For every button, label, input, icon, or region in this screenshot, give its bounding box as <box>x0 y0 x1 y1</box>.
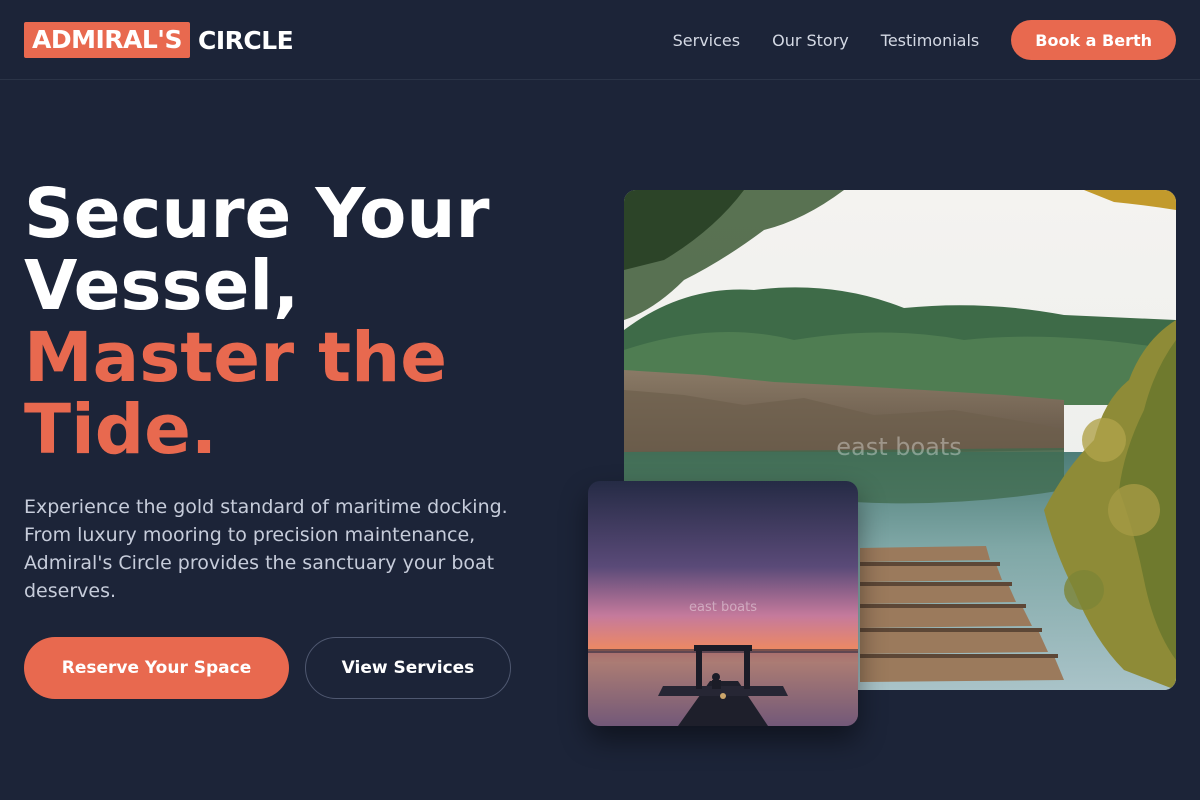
small-image-watermark: east boats <box>689 600 757 615</box>
hero-title-accent1: Master the <box>24 318 448 398</box>
reserve-space-button[interactable]: Reserve Your Space <box>24 637 289 699</box>
book-berth-button[interactable]: Book a Berth <box>1011 20 1176 60</box>
hero-title-line2: Vessel, <box>24 246 300 326</box>
hero-title-line1: Secure Your <box>24 174 490 254</box>
hero-title-accent2: Tide. <box>24 390 218 470</box>
hero-description: Experience the gold standard of maritime… <box>24 496 508 602</box>
nav-link-our-story[interactable]: Our Story <box>772 31 849 50</box>
nav-link-services[interactable]: Services <box>673 31 740 50</box>
nav-link-testimonials[interactable]: Testimonials <box>881 31 980 50</box>
main-nav: Services Our Story Testimonials Book a B… <box>673 20 1176 60</box>
main-image-watermark: east boats <box>836 433 962 461</box>
logo-mark: ADMIRAL'S <box>24 22 190 58</box>
site-header: ADMIRAL'S CIRCLE Services Our Story Test… <box>0 0 1200 80</box>
logo[interactable]: ADMIRAL'S CIRCLE <box>24 22 294 58</box>
logo-word: CIRCLE <box>197 25 294 55</box>
sunset-pier-image: east boats <box>588 481 858 726</box>
view-services-button[interactable]: View Services <box>305 637 511 699</box>
hero-title: Secure Your Vessel, Master the Tide. <box>24 178 584 466</box>
